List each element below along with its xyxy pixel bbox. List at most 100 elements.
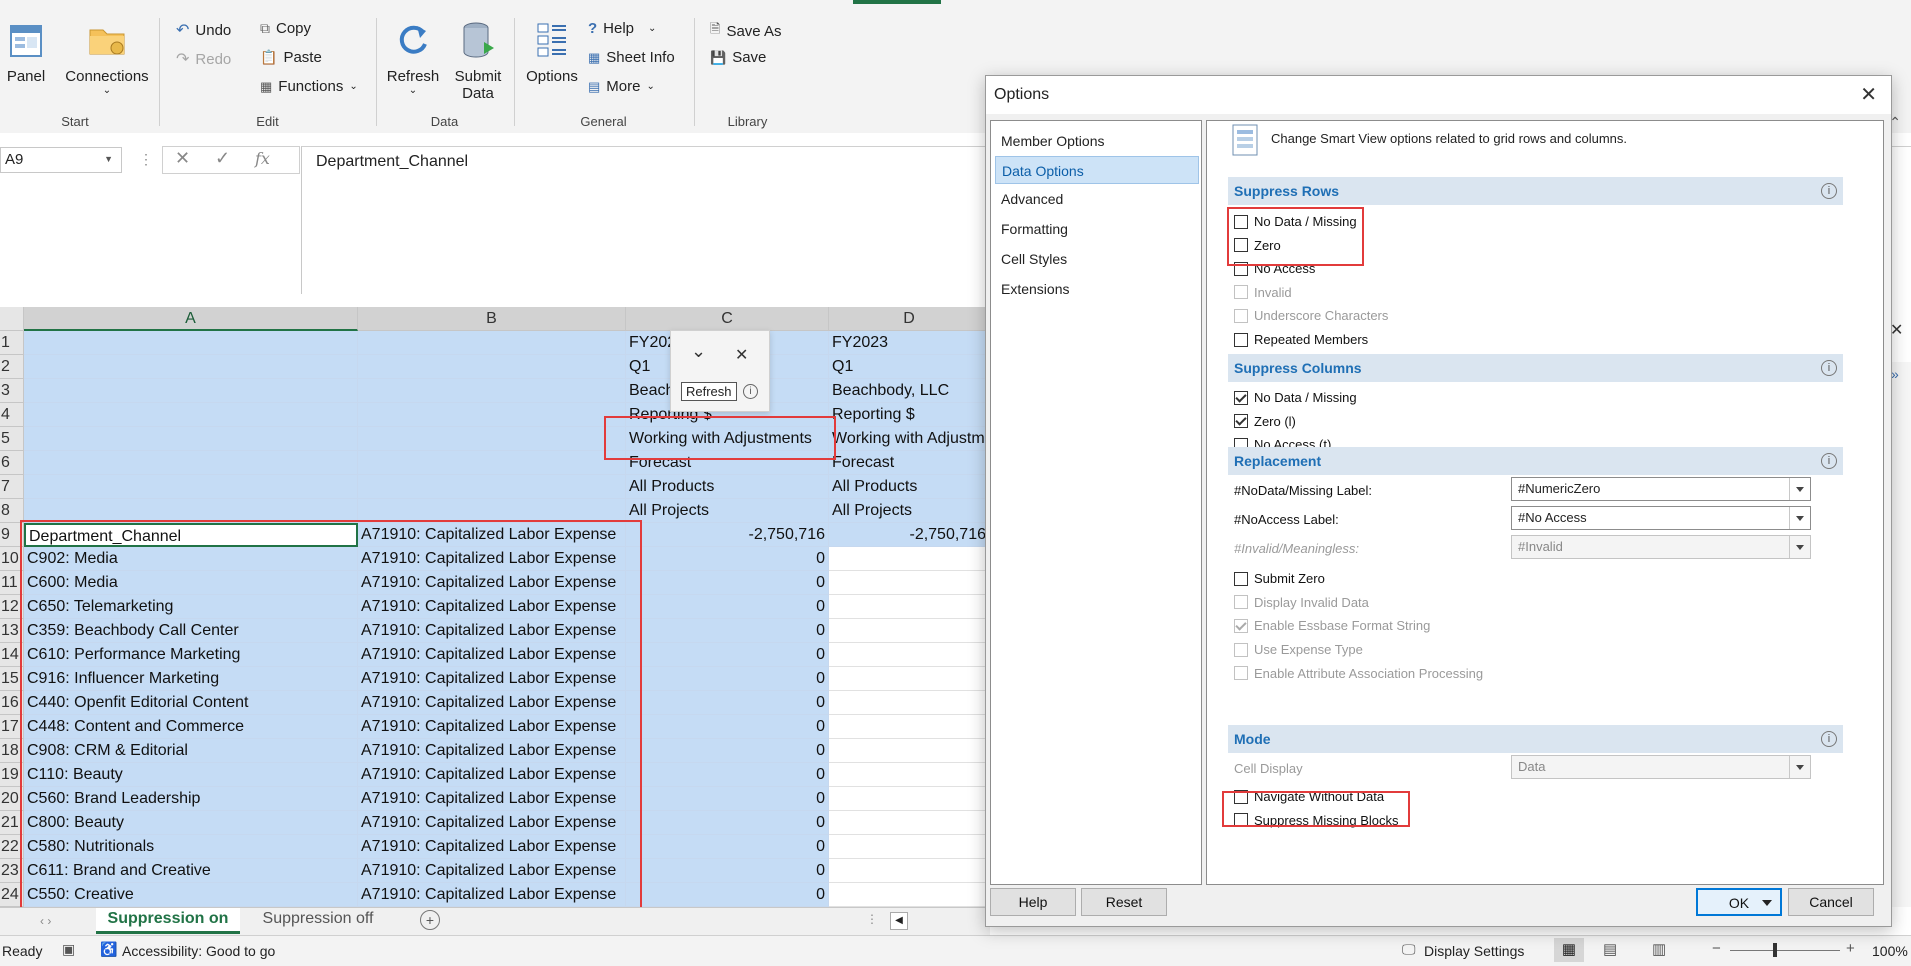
chevron-down-icon[interactable] [1789, 507, 1810, 529]
cell-d6[interactable]: Forecast [829, 451, 990, 475]
row-header[interactable]: 6 [0, 451, 24, 475]
popup-refresh-button[interactable]: Refresh [681, 382, 737, 401]
cell-c13[interactable]: 0 [626, 619, 829, 643]
cell-d24[interactable] [829, 883, 990, 907]
tab-scroll-icon[interactable]: ‹ › [40, 914, 51, 928]
zoom-slider[interactable] [1730, 950, 1840, 951]
cell-c9[interactable]: -2,750,716 [626, 523, 829, 547]
normal-view-icon[interactable]: ▦ [1554, 938, 1584, 962]
cell-b3[interactable] [358, 379, 626, 403]
option-repeated-members[interactable]: Repeated Members [1234, 332, 1368, 347]
close-icon[interactable]: ✕ [1890, 320, 1903, 340]
cell-c16[interactable]: 0 [626, 691, 829, 715]
option-zero-l[interactable]: Zero (l) [1234, 414, 1296, 429]
row-header[interactable]: 7 [0, 475, 24, 499]
function-icon[interactable]: fx [255, 149, 270, 168]
row-header[interactable]: 1 [0, 331, 24, 355]
cell-d12[interactable] [829, 595, 990, 619]
macro-record-icon[interactable]: ▣ [62, 941, 75, 958]
name-box[interactable]: A9 ▼ [0, 147, 122, 173]
cell-d19[interactable] [829, 763, 990, 787]
select-all-corner[interactable] [0, 307, 24, 331]
submit-data-button[interactable]: Submit Data [448, 20, 508, 102]
ok-button[interactable]: OK [1696, 888, 1782, 916]
cell-c12[interactable]: 0 [626, 595, 829, 619]
option-submit-zero[interactable]: Submit Zero [1234, 571, 1325, 586]
cell-d16[interactable] [829, 691, 990, 715]
column-header-b[interactable]: B [358, 307, 626, 331]
close-icon[interactable]: ✕ [735, 345, 748, 365]
save-as-button[interactable]: 🗎 Save As [710, 20, 782, 42]
cell-c20[interactable]: 0 [626, 787, 829, 811]
cell-a3[interactable] [24, 379, 358, 403]
option-no-data-missing[interactable]: No Data / Missing [1234, 390, 1357, 405]
cell-d23[interactable] [829, 859, 990, 883]
cell-a4[interactable] [24, 403, 358, 427]
page-break-icon[interactable]: ▥ [1652, 940, 1666, 958]
cell-d4[interactable]: Reporting $ [829, 403, 990, 427]
help-button[interactable]: ? Help ⌄ [588, 20, 656, 37]
cell-d20[interactable] [829, 787, 990, 811]
nav-data-options[interactable]: Data Options [995, 156, 1199, 184]
row-header[interactable]: 5 [0, 427, 24, 451]
info-icon[interactable]: i [1821, 183, 1837, 199]
cell-d10[interactable] [829, 547, 990, 571]
checkbox[interactable] [1234, 390, 1248, 405]
reset-button[interactable]: Reset [1081, 888, 1167, 916]
cell-d21[interactable] [829, 811, 990, 835]
save-button[interactable]: 💾 Save [710, 49, 766, 66]
cell-c19[interactable]: 0 [626, 763, 829, 787]
cell-b1[interactable] [358, 331, 626, 355]
cell-a7[interactable] [24, 475, 358, 499]
undo-button[interactable]: ↶ Undo [176, 20, 231, 40]
nav-formatting[interactable]: Formatting [995, 215, 1199, 243]
checkbox[interactable] [1234, 332, 1248, 347]
cell-d1[interactable]: FY2023 [829, 331, 990, 355]
refresh-button[interactable]: Refresh ⌄ [383, 20, 443, 96]
row-header[interactable]: 2 [0, 355, 24, 379]
cell-d14[interactable] [829, 643, 990, 667]
nav-member-options[interactable]: Member Options [995, 127, 1199, 155]
zoom-level[interactable]: 100% [1872, 943, 1908, 959]
cell-d9[interactable]: -2,750,716 [829, 523, 990, 547]
cell-c21[interactable]: 0 [626, 811, 829, 835]
cell-c7[interactable]: All Products [626, 475, 829, 499]
cell-a6[interactable] [24, 451, 358, 475]
info-icon[interactable]: i [1821, 731, 1837, 747]
chevron-down-icon[interactable] [1762, 900, 1772, 906]
column-header-d[interactable]: D [829, 307, 990, 331]
cancel-icon[interactable]: ✕ [175, 148, 190, 169]
copy-button[interactable]: ⧉ Copy [260, 20, 311, 37]
cell-d18[interactable] [829, 739, 990, 763]
nav-extensions[interactable]: Extensions [995, 275, 1199, 303]
split-handle-icon[interactable]: ⋮ [866, 912, 878, 926]
accessibility-icon[interactable]: ♿ [100, 941, 117, 958]
chevron-right-icon[interactable]: » [1891, 366, 1899, 382]
cell-b2[interactable] [358, 355, 626, 379]
add-sheet-icon[interactable]: + [420, 910, 440, 930]
options-button[interactable]: Options [522, 20, 582, 85]
cell-c24[interactable]: 0 [626, 883, 829, 907]
info-icon[interactable]: i [743, 384, 758, 399]
cell-c8[interactable]: All Projects [626, 499, 829, 523]
cell-c18[interactable]: 0 [626, 739, 829, 763]
nodata-label-combo[interactable]: #NumericZero [1511, 477, 1811, 501]
cell-c22[interactable]: 0 [626, 835, 829, 859]
display-settings-button[interactable]: Display Settings [1424, 943, 1524, 959]
cell-a5[interactable] [24, 427, 358, 451]
cell-c10[interactable]: 0 [626, 547, 829, 571]
cell-a2[interactable] [24, 355, 358, 379]
paste-button[interactable]: 📋 Paste [260, 49, 322, 66]
accessibility-status[interactable]: Accessibility: Good to go [122, 943, 275, 959]
column-header-c[interactable]: C [626, 307, 829, 331]
noaccess-label-combo[interactable]: #No Access [1511, 506, 1811, 530]
cell-d7[interactable]: All Products [829, 475, 990, 499]
cell-b5[interactable] [358, 427, 626, 451]
nav-advanced[interactable]: Advanced [995, 185, 1199, 213]
nav-cell-styles[interactable]: Cell Styles [995, 245, 1199, 273]
cell-d15[interactable] [829, 667, 990, 691]
sheet-tab-suppression-on[interactable]: Suppression on [96, 908, 240, 934]
cell-a1[interactable] [24, 331, 358, 355]
cell-d17[interactable] [829, 715, 990, 739]
zoom-in-icon[interactable]: + [1846, 940, 1855, 957]
